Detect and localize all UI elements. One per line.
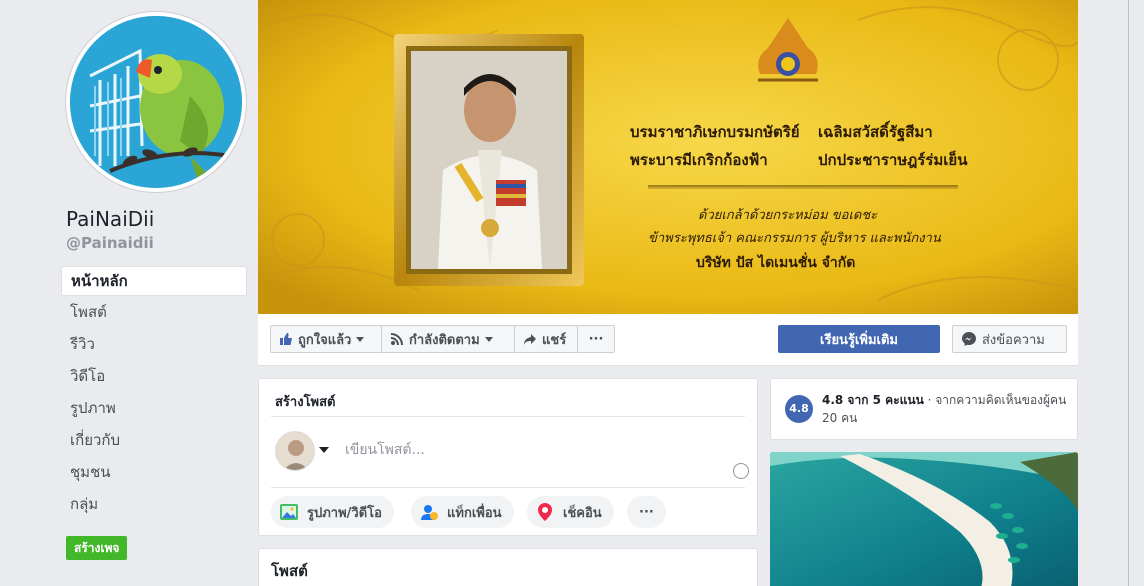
more-dots-icon: ··· bbox=[588, 331, 604, 347]
liked-button[interactable]: ถูกใจแล้ว bbox=[270, 325, 382, 353]
location-pin-icon bbox=[538, 503, 552, 521]
chevron-down-icon[interactable] bbox=[319, 447, 329, 453]
share-button[interactable]: แชร์ bbox=[514, 325, 578, 353]
more-options-button[interactable]: ··· bbox=[627, 496, 666, 528]
cover-line2-right: ปกประชาราษฎร์ร่มเย็น bbox=[818, 151, 968, 169]
page-action-bar: ถูกใจแล้ว กำลังติดตาม แชร์ ··· เรียนรู้เ… bbox=[258, 314, 1078, 366]
rating-summary: 4.8 จาก 5 คะแนน · จากความคิดเห็นของผู้คน… bbox=[822, 391, 1072, 427]
emoji-icon[interactable] bbox=[733, 463, 749, 479]
liked-label: ถูกใจแล้ว bbox=[298, 332, 352, 348]
rating-score: 4.8 จาก 5 คะแนน bbox=[822, 393, 924, 407]
share-arrow-icon bbox=[524, 334, 536, 345]
rating-separator: · bbox=[923, 393, 936, 407]
cover-line2-left: พระบารมีเกริกก้องฟ้า bbox=[630, 151, 768, 169]
scrollbar-edge bbox=[1128, 0, 1129, 586]
divider bbox=[271, 416, 745, 417]
write-post-input[interactable]: เขียนโพสต์... bbox=[345, 439, 425, 461]
nav-item-posts[interactable]: โพสต์ bbox=[61, 296, 247, 328]
send-message-button[interactable]: ส่งข้อความ bbox=[952, 325, 1067, 353]
photo-video-label: รูปภาพ/วิดีโอ bbox=[307, 505, 382, 521]
nav-item-photos[interactable]: รูปภาพ bbox=[61, 392, 247, 424]
nav-item-groups[interactable]: กลุ่ม bbox=[61, 488, 247, 520]
tag-friends-label: แท็กเพื่อน bbox=[447, 505, 502, 521]
nav-item-about[interactable]: เกี่ยวกับ bbox=[61, 424, 247, 456]
chevron-down-icon bbox=[356, 336, 365, 342]
learn-more-button[interactable]: เรียนรู้เพิ่มเติม bbox=[778, 325, 940, 353]
page-name[interactable]: PaiNaiDii bbox=[66, 207, 154, 231]
cover-line5: บริษัท ปัส ไดเมนชั่น จำกัด bbox=[696, 255, 856, 271]
more-actions-button[interactable]: ··· bbox=[577, 325, 615, 353]
messenger-icon bbox=[962, 332, 976, 346]
tag-friends-icon bbox=[421, 505, 438, 520]
parrot-logo-image bbox=[70, 16, 242, 188]
thumbs-up-icon bbox=[280, 333, 292, 345]
user-avatar[interactable] bbox=[275, 431, 315, 471]
profile-picture[interactable] bbox=[66, 12, 246, 192]
divider bbox=[271, 487, 745, 488]
create-post-title: สร้างโพสต์ bbox=[275, 395, 336, 410]
nav-item-community[interactable]: ชุมชน bbox=[61, 456, 247, 488]
beach-photo bbox=[770, 452, 1078, 586]
posts-card: โพสต์ bbox=[258, 548, 758, 586]
cover-line3: ด้วยเกล้าด้วยกระหม่อม ขอเดชะ bbox=[698, 208, 878, 223]
learn-more-label: เรียนรู้เพิ่มเติม bbox=[820, 332, 898, 348]
cover-photo[interactable]: บรมราชาภิเษกบรมกษัตริย์ เฉลิมสวัสดิ์รัฐส… bbox=[258, 0, 1078, 314]
page-nav: หน้าหลัก โพสต์ รีวิว วิดีโอ รูปภาพ เกี่ย… bbox=[61, 266, 247, 520]
nav-item-home[interactable]: หน้าหลัก bbox=[61, 266, 247, 296]
check-in-label: เช็คอิน bbox=[563, 505, 602, 521]
page-right-gutter bbox=[1080, 0, 1144, 586]
cover-line1-right: เฉลิมสวัสดิ์รัฐสีมา bbox=[818, 123, 933, 141]
rss-icon bbox=[390, 333, 403, 346]
posts-title: โพสต์ bbox=[271, 562, 308, 580]
rating-badge: 4.8 bbox=[785, 395, 813, 423]
cover-line4: ข้าพระพุทธเจ้า คณะกรรมการ ผู้บริหาร และพ… bbox=[648, 231, 941, 246]
tag-friends-button[interactable]: แท็กเพื่อน bbox=[411, 496, 514, 528]
share-label: แชร์ bbox=[542, 332, 567, 348]
rating-card[interactable]: 4.8 4.8 จาก 5 คะแนน · จากความคิดเห็นของผ… bbox=[770, 378, 1078, 440]
left-sidebar: PaiNaiDii @Painaidii หน้าหลัก โพสต์ รีวิ… bbox=[0, 0, 258, 586]
create-page-button[interactable]: สร้างเพจ bbox=[66, 536, 128, 560]
following-button[interactable]: กำลังติดตาม bbox=[381, 325, 515, 353]
photo-video-button[interactable]: รูปภาพ/วิดีโอ bbox=[271, 496, 394, 528]
chevron-down-icon bbox=[484, 336, 493, 342]
create-post-card: สร้างโพสต์ เขียนโพสต์... รูปภาพ/วิดีโอ แ… bbox=[258, 378, 758, 536]
following-label: กำลังติดตาม bbox=[409, 332, 480, 348]
nav-item-videos[interactable]: วิดีโอ bbox=[61, 360, 247, 392]
photo-icon bbox=[280, 504, 298, 520]
check-in-button[interactable]: เช็คอิน bbox=[527, 496, 614, 528]
featured-photo[interactable] bbox=[770, 452, 1078, 586]
nav-item-reviews[interactable]: รีวิว bbox=[61, 328, 247, 360]
send-message-label: ส่งข้อความ bbox=[982, 332, 1045, 348]
page-handle[interactable]: @Painaidii bbox=[66, 234, 154, 252]
cover-line1-left: บรมราชาภิเษกบรมกษัตริย์ bbox=[630, 123, 800, 141]
more-dots-icon: ··· bbox=[639, 504, 654, 520]
